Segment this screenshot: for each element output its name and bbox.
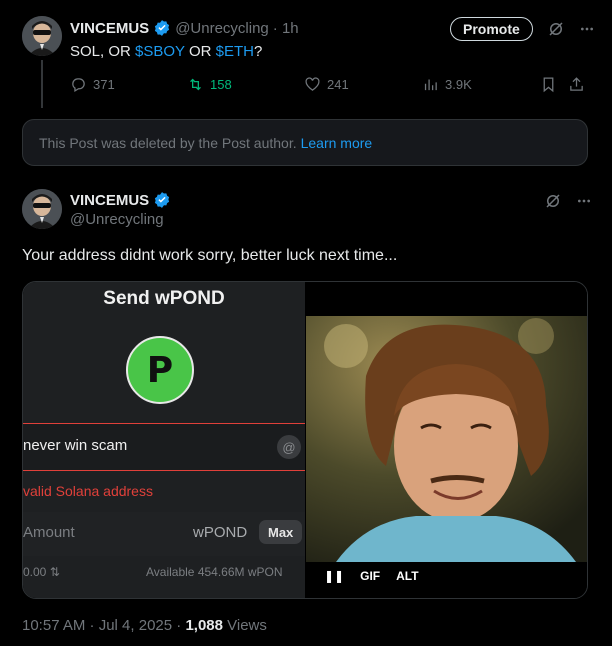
post-text-part: ? xyxy=(253,43,263,60)
share-button[interactable] xyxy=(568,76,585,93)
reply-button[interactable]: 371 xyxy=(70,76,115,93)
post-actions-top xyxy=(544,192,592,210)
more-options-icon[interactable] xyxy=(579,21,595,37)
promote-button[interactable]: Promote xyxy=(450,17,533,41)
display-name[interactable]: VINCEMUS xyxy=(70,20,149,37)
post-text-part: SOL, OR xyxy=(70,43,136,60)
post-text: SOL, OR $SBOY OR $ETH? xyxy=(70,42,262,62)
pause-button[interactable]: ❚❚ xyxy=(324,569,344,583)
media-grid[interactable]: Send wPOND P never win scam @ valid Sola… xyxy=(22,281,588,599)
views-label: Views xyxy=(222,617,267,634)
max-button: Max xyxy=(259,520,303,544)
timestamp-text[interactable]: 10:57 AM · Jul 4, 2025 · xyxy=(22,617,185,634)
handle[interactable]: @Unrecycling xyxy=(70,211,164,228)
avatar[interactable] xyxy=(22,189,62,229)
gif-image[interactable] xyxy=(306,316,587,562)
wallet-screenshot-image[interactable]: Send wPOND P never win scam @ valid Sola… xyxy=(23,282,305,598)
address-error: valid Solana address xyxy=(23,483,153,499)
handle[interactable]: @Unrecycling xyxy=(175,20,269,37)
screenshot-title: Send wPOND xyxy=(103,288,225,309)
at-sign-icon: @ xyxy=(277,435,301,459)
share-icon xyxy=(570,77,583,91)
views-count: 3.9K xyxy=(445,77,472,92)
gif-badge: GIF xyxy=(360,569,381,583)
handle-row: @Unrecycling xyxy=(70,211,164,228)
grok-icon[interactable] xyxy=(544,192,562,210)
reply-icon xyxy=(72,78,85,93)
post-text-part: OR xyxy=(184,43,216,60)
post-actions-top: Promote xyxy=(450,17,595,41)
cashtag-sboy[interactable]: $SBOY xyxy=(135,43,185,60)
gif-controls: ❚❚ GIF ALT xyxy=(306,564,587,588)
balance-usd: 0.00 ⇅ xyxy=(23,565,60,579)
available-balance: Available 454.66M wPON xyxy=(146,565,283,579)
gif-media[interactable]: ❚❚ GIF ALT xyxy=(306,282,587,598)
amount-placeholder: Amount xyxy=(23,524,75,541)
post-time[interactable]: · 1h xyxy=(273,20,299,37)
cashtag-eth[interactable]: $ETH xyxy=(216,43,254,60)
logo-letter: P xyxy=(146,349,174,391)
display-name[interactable]: VINCEMUS xyxy=(70,192,149,209)
learn-more-link[interactable]: Learn more xyxy=(301,135,373,151)
reply-count: 371 xyxy=(93,77,115,92)
verified-badge-icon xyxy=(155,20,170,36)
address-value: never win scam xyxy=(23,437,128,454)
engagement-bar: 371 158 241 3.9K xyxy=(70,76,590,96)
views-button[interactable]: 3.9K xyxy=(422,76,472,93)
more-options-icon[interactable] xyxy=(576,193,592,209)
like-count: 241 xyxy=(327,77,349,92)
wpond-logo-icon: P xyxy=(126,336,194,404)
views-count: 1,088 xyxy=(185,617,223,634)
bookmark-icon xyxy=(543,77,554,93)
repost-button[interactable]: 158 xyxy=(187,76,232,93)
bookmark-button[interactable] xyxy=(540,76,557,93)
deleted-post-notice: This Post was deleted by the Post author… xyxy=(22,119,588,166)
alt-button[interactable]: ALT xyxy=(396,569,418,583)
grok-icon[interactable] xyxy=(547,20,565,38)
avatar[interactable] xyxy=(22,16,62,56)
repost-icon xyxy=(190,78,201,91)
post-header: VINCEMUS @Unrecycling · 1h xyxy=(70,19,299,37)
thread-line xyxy=(41,60,43,108)
token-label: wPOND xyxy=(193,524,248,541)
deleted-notice-text: This Post was deleted by the Post author… xyxy=(39,134,297,151)
post-header: VINCEMUS xyxy=(70,191,171,209)
heart-icon xyxy=(305,77,320,91)
verified-badge-icon xyxy=(155,192,170,208)
repost-count: 158 xyxy=(210,77,232,92)
views-chart-icon xyxy=(424,79,437,91)
post-text: Your address didnt work sorry, better lu… xyxy=(22,247,398,264)
like-button[interactable]: 241 xyxy=(304,76,349,93)
post-timestamp: 10:57 AM · Jul 4, 2025 · 1,088 Views xyxy=(22,617,267,634)
